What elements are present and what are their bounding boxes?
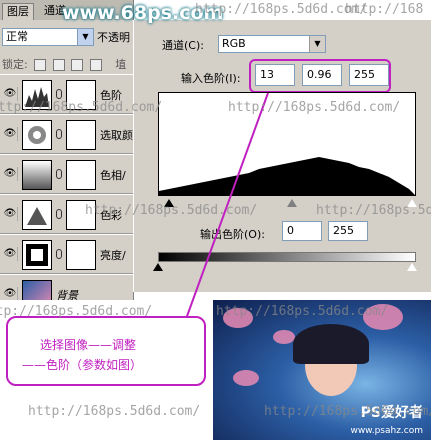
photo-url: www.psahz.com (350, 426, 423, 436)
callout-line-2: ——色阶（参数如图） (22, 358, 143, 372)
url-watermark: http://168ps.5d6d.com/ (228, 100, 401, 115)
url-watermark: http://168 (345, 2, 424, 17)
url-watermark: http://168ps.5d6d.com/ (0, 304, 153, 319)
url-watermark: http://168ps.5d6d.com/ (0, 100, 163, 115)
url-watermark: http://168ps.5d6d.com/ (316, 203, 431, 218)
url-watermark: http://168ps.5d6d.com/ (264, 404, 431, 419)
url-watermark: http://168ps.5d6d.com/ (216, 304, 389, 319)
url-watermark: http://168ps.5d6d.com/ (195, 2, 368, 17)
preview-photo: PS爱好者 www.psahz.com (213, 300, 431, 440)
screenshot-root: 图层 通道 正常 ▼ 不透明 锁定: 埴 👁 色阶 👁 选取颜 👁 色相/ 👁 … (0, 0, 431, 440)
portrait-hair (293, 324, 369, 364)
url-watermark: http://168ps.5d6d.com/ (85, 203, 258, 218)
callout-line-1: 选择图像——调整 (40, 338, 137, 352)
url-watermark: http://168ps.5d6d.com/ (28, 404, 201, 419)
